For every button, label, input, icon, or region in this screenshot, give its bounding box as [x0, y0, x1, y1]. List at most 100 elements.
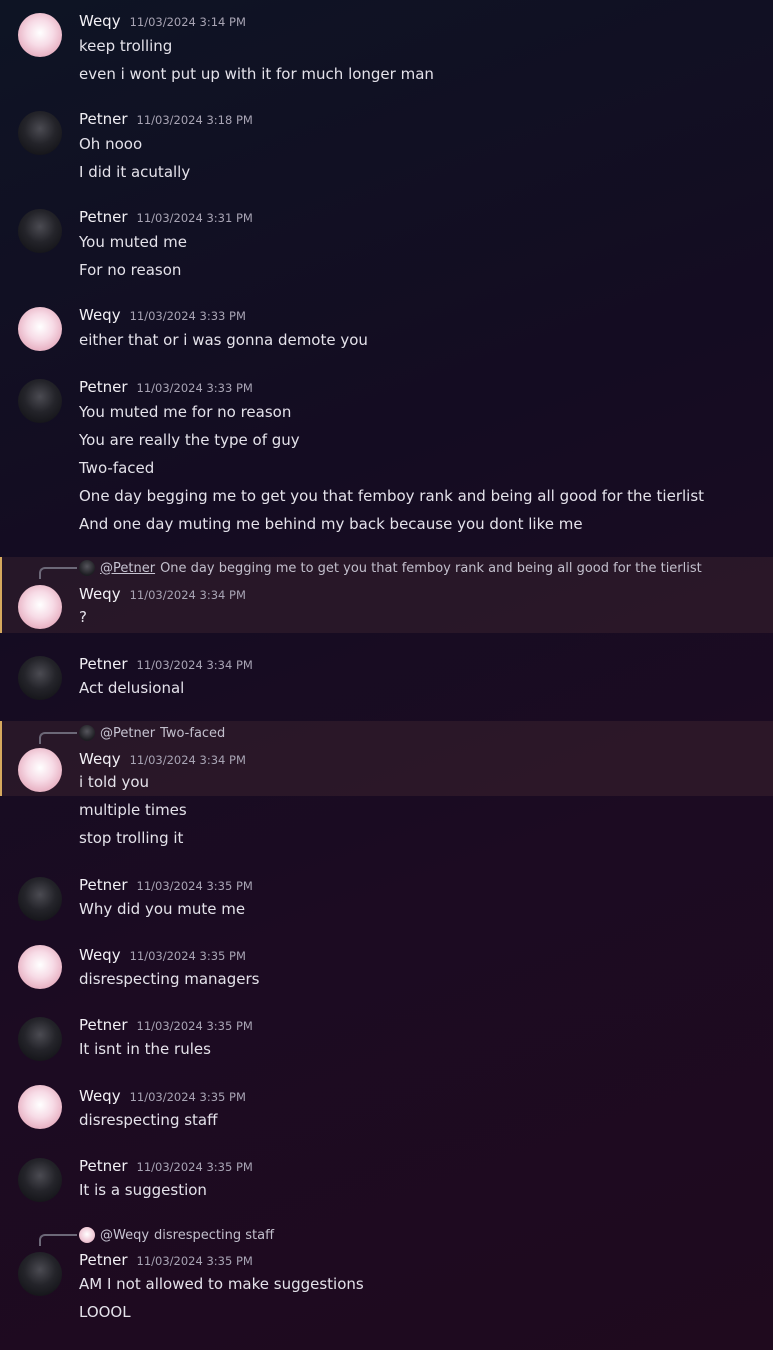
reply-username[interactable]: @Petner	[100, 726, 155, 741]
petner-mini-avatar-icon	[79, 725, 95, 741]
message-continuation: multiple times stop trolling it	[0, 796, 773, 856]
timestamp: 11/03/2024 3:18 PM	[136, 113, 253, 127]
message-header: Petner 11/03/2024 3:33 PM	[79, 378, 253, 396]
message-line: disrespecting managers	[79, 970, 260, 988]
message-line: even i wont put up with it for much long…	[79, 65, 434, 83]
reply-text[interactable]: Two-faced	[160, 726, 225, 741]
message: Petner 11/03/2024 3:31 PM You muted me F…	[0, 200, 773, 300]
message-header: Weqy 11/03/2024 3:34 PM	[79, 750, 246, 768]
username[interactable]: Petner	[79, 1157, 128, 1175]
message-line: You muted me	[79, 233, 187, 251]
reply-username[interactable]: @Weqy	[100, 1228, 149, 1243]
message-line: For no reason	[79, 261, 182, 279]
message: Weqy 11/03/2024 3:33 PM either that or i…	[0, 300, 773, 372]
username[interactable]: Petner	[79, 208, 128, 226]
message-line: You muted me for no reason	[79, 403, 292, 421]
petner-avatar-icon[interactable]	[18, 656, 62, 700]
message-header: Petner 11/03/2024 3:34 PM	[79, 655, 253, 673]
username[interactable]: Weqy	[79, 1087, 121, 1105]
username[interactable]: Petner	[79, 1251, 128, 1269]
timestamp: 11/03/2024 3:31 PM	[136, 211, 253, 225]
reply-text[interactable]: disrespecting staff	[154, 1228, 274, 1243]
message-line: AM I not allowed to make suggestions	[79, 1275, 364, 1293]
petner-mini-avatar-icon	[79, 560, 95, 576]
message-line: I did it acutally	[79, 163, 191, 181]
petner-avatar-icon[interactable]	[18, 1252, 62, 1296]
weqy-avatar-icon[interactable]	[18, 1085, 62, 1129]
message-line: And one day muting me behind my back bec…	[79, 515, 583, 533]
message-header: Petner 11/03/2024 3:35 PM	[79, 1157, 253, 1175]
message-header: Weqy 11/03/2024 3:33 PM	[79, 306, 246, 324]
petner-avatar-icon[interactable]	[18, 1017, 62, 1061]
timestamp: 11/03/2024 3:14 PM	[129, 15, 246, 29]
timestamp: 11/03/2024 3:35 PM	[136, 1160, 253, 1174]
reply-preview[interactable]: @Petner Two-faced	[79, 725, 225, 741]
petner-avatar-icon[interactable]	[18, 209, 62, 253]
petner-avatar-icon[interactable]	[18, 1158, 62, 1202]
weqy-avatar-icon[interactable]	[18, 307, 62, 351]
message-line: disrespecting staff	[79, 1111, 218, 1129]
message-header: Petner 11/03/2024 3:35 PM	[79, 1016, 253, 1034]
reply-arrow-icon	[39, 567, 77, 579]
message-line: Oh nooo	[79, 135, 143, 153]
petner-avatar-icon[interactable]	[18, 379, 62, 423]
message-line: Two-faced	[79, 459, 155, 477]
message-header: Weqy 11/03/2024 3:35 PM	[79, 1087, 246, 1105]
timestamp: 11/03/2024 3:35 PM	[129, 949, 246, 963]
username[interactable]: Petner	[79, 1016, 128, 1034]
weqy-avatar-icon[interactable]	[18, 748, 62, 792]
message-mentioned: @Petner Two-faced Weqy 11/03/2024 3:34 P…	[0, 721, 773, 796]
timestamp: 11/03/2024 3:33 PM	[129, 309, 246, 323]
reply-preview[interactable]: @Weqy disrespecting staff	[79, 1227, 274, 1243]
message-line: LOOOL	[79, 1303, 131, 1321]
weqy-mini-avatar-icon	[79, 1227, 95, 1243]
timestamp: 11/03/2024 3:34 PM	[136, 658, 253, 672]
weqy-avatar-icon[interactable]	[18, 585, 62, 629]
message: Petner 11/03/2024 3:35 PM It isnt in the…	[0, 1006, 773, 1076]
chat-message-list: Weqy 11/03/2024 3:14 PM keep trolling ev…	[0, 0, 773, 1350]
timestamp: 11/03/2024 3:34 PM	[129, 588, 246, 602]
petner-avatar-icon[interactable]	[18, 111, 62, 155]
timestamp: 11/03/2024 3:33 PM	[136, 381, 253, 395]
message: Petner 11/03/2024 3:35 PM Why did you mu…	[0, 866, 773, 936]
message-line: stop trolling it	[79, 829, 184, 847]
reply-preview[interactable]: @Petner One day begging me to get you th…	[79, 560, 702, 576]
username[interactable]: Petner	[79, 378, 128, 396]
username[interactable]: Weqy	[79, 306, 121, 324]
timestamp: 11/03/2024 3:35 PM	[136, 1254, 253, 1268]
message-header: Petner 11/03/2024 3:18 PM	[79, 110, 253, 128]
message-line: It isnt in the rules	[79, 1040, 211, 1058]
username[interactable]: Petner	[79, 655, 128, 673]
message-header: Petner 11/03/2024 3:35 PM	[79, 1251, 253, 1269]
weqy-avatar-icon[interactable]	[18, 945, 62, 989]
timestamp: 11/03/2024 3:35 PM	[129, 1090, 246, 1104]
message-line: It is a suggestion	[79, 1181, 207, 1199]
username[interactable]: Petner	[79, 110, 128, 128]
mention-highlight-bar	[0, 721, 2, 796]
timestamp: 11/03/2024 3:34 PM	[129, 753, 246, 767]
username[interactable]: Weqy	[79, 585, 121, 603]
username[interactable]: Petner	[79, 876, 128, 894]
username[interactable]: Weqy	[79, 946, 121, 964]
message-line: One day begging me to get you that fembo…	[79, 487, 705, 505]
username[interactable]: Weqy	[79, 750, 121, 768]
message-line: You are really the type of guy	[79, 431, 300, 449]
timestamp: 11/03/2024 3:35 PM	[136, 879, 253, 893]
message-header: Weqy 11/03/2024 3:34 PM	[79, 585, 246, 603]
reply-username[interactable]: @Petner	[100, 561, 155, 576]
message: Petner 11/03/2024 3:33 PM You muted me f…	[0, 372, 773, 557]
reply-arrow-icon	[39, 1234, 77, 1246]
username[interactable]: Weqy	[79, 12, 121, 30]
reply-text[interactable]: One day begging me to get you that fembo…	[160, 561, 702, 576]
message: Weqy 11/03/2024 3:14 PM keep trolling ev…	[0, 0, 773, 100]
message-line: ?	[79, 608, 87, 626]
message: Petner 11/03/2024 3:35 PM It is a sugges…	[0, 1146, 773, 1216]
message-line: Why did you mute me	[79, 900, 246, 918]
message: Petner 11/03/2024 3:18 PM Oh nooo I did …	[0, 100, 773, 200]
message: @Weqy disrespecting staff Petner 11/03/2…	[0, 1222, 773, 1342]
message: Weqy 11/03/2024 3:35 PM disrespecting ma…	[0, 936, 773, 1006]
petner-avatar-icon[interactable]	[18, 877, 62, 921]
weqy-avatar-icon[interactable]	[18, 13, 62, 57]
message: Weqy 11/03/2024 3:35 PM disrespecting st…	[0, 1076, 773, 1146]
message-header: Petner 11/03/2024 3:31 PM	[79, 208, 253, 226]
